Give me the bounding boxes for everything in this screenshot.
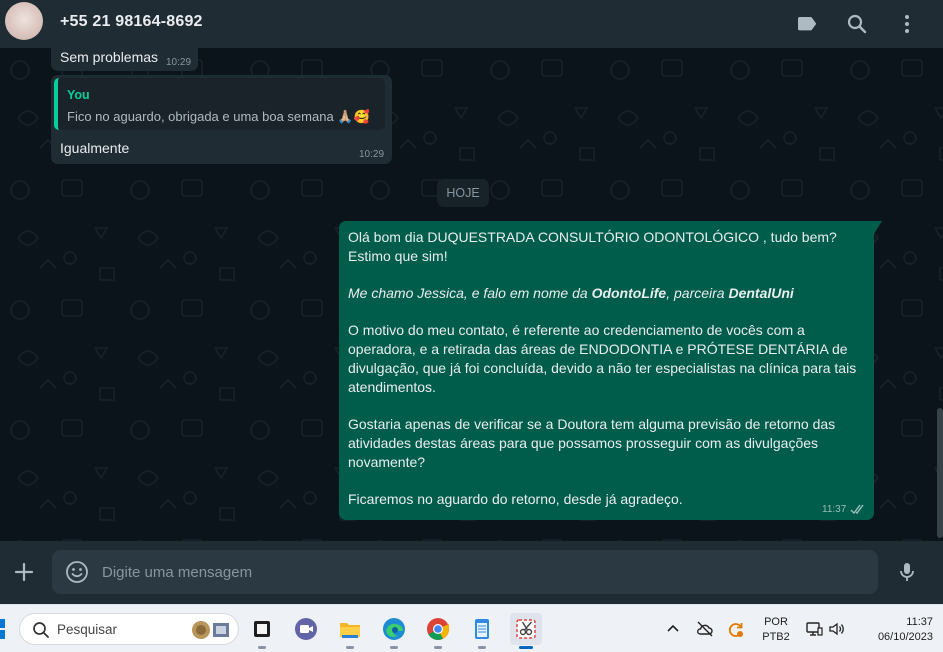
folder-icon[interactable] bbox=[334, 613, 366, 649]
mic-icon[interactable] bbox=[895, 560, 919, 584]
cloud-icon[interactable] bbox=[696, 620, 714, 638]
quoted-message[interactable]: You Fico no aguardo, obrigada e uma boa … bbox=[54, 78, 385, 130]
message-paragraph: Ficaremos no aguardo do retorno, desde j… bbox=[348, 491, 683, 507]
brand-odontolife: OdontoLife bbox=[591, 285, 667, 301]
plus-icon[interactable] bbox=[12, 560, 36, 584]
chrome-icon[interactable] bbox=[422, 613, 454, 649]
system-clock[interactable]: 11:37 06/10/2023 bbox=[853, 615, 933, 645]
quote-text: Fico no aguardo, obrigada e uma boa sema… bbox=[67, 109, 370, 124]
speaker-icon[interactable] bbox=[828, 620, 846, 638]
search-highlight-image bbox=[192, 621, 229, 639]
language-code: POR bbox=[764, 616, 788, 628]
clock-date: 06/10/2023 bbox=[877, 631, 933, 643]
message-time: 10:29 bbox=[359, 149, 385, 160]
terminal-icon[interactable] bbox=[246, 613, 278, 649]
message-paragraph: Me chamo Jessica, e falo em nome da Odon… bbox=[348, 284, 868, 303]
contact-avatar[interactable] bbox=[5, 2, 43, 40]
notepad-icon[interactable] bbox=[466, 613, 498, 649]
message-input[interactable] bbox=[102, 550, 862, 594]
video-icon[interactable] bbox=[290, 613, 322, 645]
message-paragraph: Olá bom dia DUQUESTRADA CONSULTÓRIO ODON… bbox=[348, 229, 837, 264]
keyboard-layout: PTB2 bbox=[762, 631, 790, 643]
message-bubble-outgoing[interactable]: Olá bom dia DUQUESTRADA CONSULTÓRIO ODON… bbox=[339, 221, 874, 520]
start-button[interactable] bbox=[0, 619, 6, 639]
message-bubble-incoming[interactable]: Sem problemas 10:29 bbox=[51, 48, 198, 71]
emoji-icon[interactable] bbox=[65, 560, 89, 584]
snipping-icon[interactable] bbox=[510, 613, 542, 649]
message-paragraph: Gostaria apenas de verificar se a Doutor… bbox=[348, 416, 836, 470]
message-time: 10:29 bbox=[166, 57, 192, 68]
sync-icon[interactable] bbox=[727, 620, 745, 638]
label-icon[interactable] bbox=[795, 12, 819, 36]
contact-name[interactable]: +55 21 98164-8692 bbox=[60, 13, 203, 31]
clock-time: 11:37 bbox=[906, 616, 933, 628]
windows-search-icon bbox=[33, 622, 49, 638]
message-time: 11:37 bbox=[822, 504, 847, 515]
message-bubble-incoming-reply[interactable]: You Fico no aguardo, obrigada e uma boa … bbox=[51, 75, 392, 164]
message-text: Igualmente bbox=[60, 140, 130, 156]
double-check-icon bbox=[850, 504, 864, 515]
quote-author: You bbox=[67, 88, 90, 102]
display-icon[interactable] bbox=[805, 620, 823, 638]
edge-icon[interactable] bbox=[378, 613, 410, 649]
menu-icon[interactable] bbox=[895, 12, 919, 36]
intro-text: Me chamo Jessica, e falo em nome da bbox=[348, 285, 592, 301]
taskbar-search[interactable]: Pesquisar bbox=[19, 613, 239, 645]
chat-header: +55 21 98164-8692 bbox=[0, 0, 943, 48]
message-paragraph: O motivo do meu contato, é referente ao … bbox=[348, 322, 857, 395]
message-input-container[interactable] bbox=[52, 550, 878, 594]
bubble-tail bbox=[874, 221, 882, 234]
search-label: Pesquisar bbox=[57, 622, 118, 637]
windows-taskbar: Pesquisar POR PTB2 11:37 06/10/2023 bbox=[0, 604, 943, 652]
message-text: Olá bom dia DUQUESTRADA CONSULTÓRIO ODON… bbox=[348, 228, 868, 509]
intro-text: , parceira bbox=[666, 285, 729, 301]
date-divider: HOJE bbox=[437, 179, 489, 207]
chevron-up-icon[interactable] bbox=[664, 620, 682, 638]
search-icon[interactable] bbox=[845, 12, 869, 36]
message-composer bbox=[0, 541, 943, 604]
message-text: Sem problemas bbox=[60, 49, 159, 65]
scrollbar[interactable] bbox=[937, 408, 943, 538]
conversation-panel[interactable]: Sem problemas 10:29 You Fico no aguardo,… bbox=[0, 48, 943, 541]
brand-dentaluni: DentalUni bbox=[728, 285, 794, 301]
input-language[interactable]: POR PTB2 bbox=[761, 615, 791, 645]
